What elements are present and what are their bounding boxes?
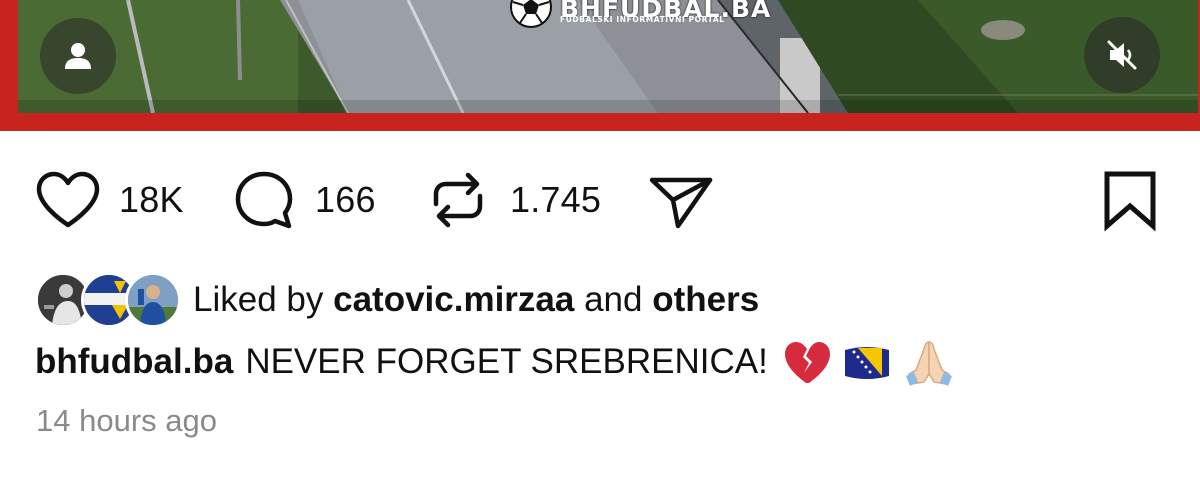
post-action-bar: 18K 166 1.745: [0, 160, 1200, 240]
post-caption: bhfudbal.ba NEVER FORGET SREBRENICA!: [35, 332, 966, 392]
tagged-profile-button[interactable]: [40, 18, 116, 94]
soccer-ball-icon: [510, 0, 552, 28]
heart-icon: [36, 171, 100, 228]
comment-button[interactable]: 166: [233, 160, 376, 240]
caption-username-link[interactable]: bhfudbal.ba: [35, 342, 233, 382]
liked-by-others-link[interactable]: others: [652, 280, 759, 319]
post-screen: BHFUDBAL.BA FUDBALSKI INFORMATIVNI PORTA…: [0, 0, 1200, 481]
liked-by-connector: and: [584, 280, 643, 319]
bhfudbal-logo: BHFUDBAL.BA FUDBALSKI INFORMATIVNI PORTA…: [504, 0, 770, 34]
liked-by-text[interactable]: Liked by catovic.mirzaa and others: [193, 280, 759, 320]
post-video[interactable]: BHFUDBAL.BA FUDBALSKI INFORMATIVNI PORTA…: [0, 0, 1200, 131]
post-timestamp: 14 hours ago: [36, 403, 217, 438]
mute-button[interactable]: [1084, 17, 1160, 93]
speaker-muted-icon: [1107, 40, 1137, 70]
caption-emojis: [782, 336, 966, 388]
avatar[interactable]: [125, 272, 181, 328]
avatar-photo: [128, 275, 178, 325]
logo-subtitle: FUDBALSKI INFORMATIVNI PORTAL: [560, 15, 725, 24]
repost-button[interactable]: 1.745: [428, 160, 601, 240]
liked-by-prefix: Liked by: [193, 280, 324, 319]
broken-heart-icon: [784, 342, 830, 383]
comments-count: 166: [315, 179, 376, 220]
bosnia-flag-icon: [844, 347, 889, 379]
liked-by-user-link[interactable]: catovic.mirzaa: [333, 280, 574, 319]
liker-avatars[interactable]: [35, 270, 181, 330]
share-button[interactable]: [648, 160, 714, 240]
like-button[interactable]: 18K: [35, 160, 184, 240]
liked-by-row[interactable]: Liked by catovic.mirzaa and others: [35, 268, 759, 332]
video-frame[interactable]: BHFUDBAL.BA FUDBALSKI INFORMATIVNI PORTA…: [18, 0, 1198, 113]
likes-count: 18K: [119, 179, 184, 220]
person-icon: [65, 43, 91, 69]
bookmark-icon: [1104, 171, 1156, 232]
comment-bubble-icon: [235, 171, 293, 229]
reposts-count: 1.745: [510, 179, 602, 220]
repost-icon: [433, 172, 483, 228]
folded-hands-icon: [905, 341, 952, 386]
save-button[interactable]: [1100, 160, 1160, 240]
caption-text: NEVER FORGET SREBRENICA!: [245, 342, 768, 381]
paper-plane-icon: [649, 177, 713, 229]
